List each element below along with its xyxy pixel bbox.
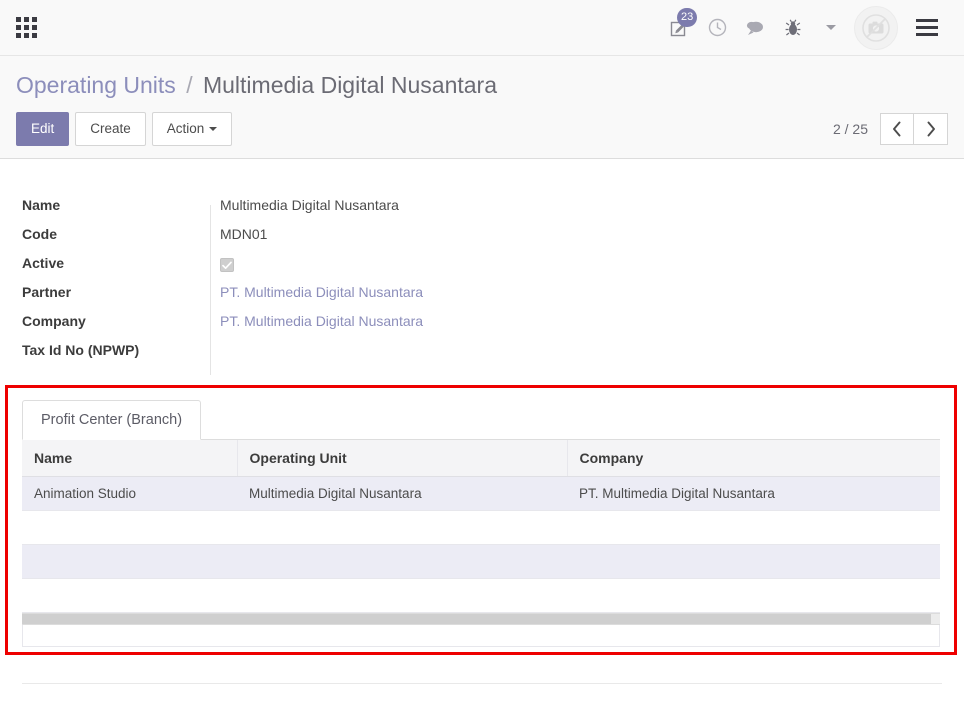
activity-edit-icon[interactable]: 23 [660,7,698,48]
column-header-company[interactable]: Company [567,439,940,477]
field-label-partner: Partner [22,283,72,300]
sheet-bottom-area [0,666,964,717]
action-dropdown-button[interactable]: Action [151,112,233,146]
control-panel-row: Edit Create Action 2 / 25 [16,112,948,146]
table-header-row: Name Operating Unit Company [22,439,940,477]
notebook-tab-bar: Profit Center (Branch) [22,398,940,440]
form-sheet: Name Multimedia Digital Nusantara Code M… [0,158,964,717]
cell-empty [237,578,567,613]
table-body: Animation Studio Multimedia Digital Nusa… [22,476,940,613]
pager-buttons [880,112,948,145]
table-row[interactable]: Animation Studio Multimedia Digital Nusa… [22,476,940,511]
pager-next-button[interactable] [914,112,948,145]
cell-empty [22,544,237,579]
cell-empty [567,544,940,579]
cell-empty [22,510,237,545]
create-button[interactable]: Create [75,112,146,146]
table-row-empty[interactable] [22,510,940,545]
field-value-company-link[interactable]: PT. Multimedia Digital Nusantara [210,313,423,329]
active-checkbox [220,258,234,272]
profit-center-table: Name Operating Unit Company Animation St… [22,439,940,613]
field-value-code: MDN01 [220,225,268,242]
field-row-partner: Partner PT. Multimedia Digital Nusantara [0,284,964,313]
record-pager: 2 / 25 [832,112,948,145]
breadcrumb-parent-link[interactable]: Operating Units [16,72,176,98]
action-button-group: Edit Create Action [16,112,238,146]
field-row-name: Name Multimedia Digital Nusantara [0,197,964,226]
table-horizontal-scrollbar[interactable] [22,612,940,625]
action-dropdown-label: Action [166,121,205,136]
field-value-active [210,255,234,272]
cell-empty [237,544,567,579]
breadcrumb: Operating Units / Multimedia Digital Nus… [16,70,948,100]
breadcrumb-separator: / [186,72,193,98]
column-header-operating-unit[interactable]: Operating Unit [237,439,568,477]
table-header: Name Operating Unit Company [22,439,940,477]
pager-count: 2 / 25 [832,120,868,137]
top-navbar: 23 [0,0,964,56]
highlight-annotation-box: Profit Center (Branch) Name Operating Un… [5,384,957,655]
table-row-empty[interactable] [22,544,940,579]
form-field-group: Name Multimedia Digital Nusantara Code M… [0,159,964,375]
cell-operating-unit[interactable]: Multimedia Digital Nusantara [237,476,567,511]
field-row-active: Active [0,255,964,284]
cell-name[interactable]: Animation Studio [22,476,237,511]
bug-icon[interactable] [774,8,812,48]
notebook: Profit Center (Branch) Name Operating Un… [22,398,940,647]
field-label-company: Company [22,312,86,329]
cell-empty [567,510,940,545]
clock-icon[interactable] [698,8,736,48]
navbar-icon-group: 23 [660,5,950,50]
activity-count-badge: 23 [677,7,698,27]
cell-company[interactable]: PT. Multimedia Digital Nusantara [567,476,940,511]
edit-button[interactable]: Edit [16,112,70,146]
field-row-company: Company PT. Multimedia Digital Nusantara [0,313,964,342]
field-label-code: Code [22,225,57,242]
field-value-partner-link[interactable]: PT. Multimedia Digital Nusantara [210,284,423,300]
breadcrumb-current: Multimedia Digital Nusantara [202,72,497,98]
tab-profit-center-branch[interactable]: Profit Center (Branch) [22,399,202,440]
field-row-code: Code MDN01 [0,226,964,255]
messages-icon[interactable] [736,8,774,48]
cell-empty [237,510,567,545]
apps-grid-icon[interactable] [16,17,37,38]
field-row-tax-id: Tax Id No (NPWP) [0,342,964,371]
hamburger-menu-icon[interactable] [904,6,950,50]
field-label-active: Active [22,254,65,271]
cell-empty [22,578,237,613]
field-label-tax-id: Tax Id No (NPWP) [22,341,140,358]
table-footer [22,624,940,647]
field-value-name: Multimedia Digital Nusantara [220,196,399,213]
cell-empty [567,578,940,613]
no-photo-placeholder-icon[interactable] [854,5,898,50]
pager-previous-button[interactable] [880,112,914,145]
control-panel: Operating Units / Multimedia Digital Nus… [0,56,964,159]
field-column-divider [210,204,211,375]
column-header-name[interactable]: Name [22,439,238,477]
table-row-empty[interactable] [22,578,940,613]
chevron-down-icon[interactable] [812,8,850,48]
field-label-name: Name [22,196,61,213]
scrollbar-thumb[interactable] [22,613,931,624]
chevron-down-icon [209,127,218,132]
bottom-divider [22,682,942,684]
